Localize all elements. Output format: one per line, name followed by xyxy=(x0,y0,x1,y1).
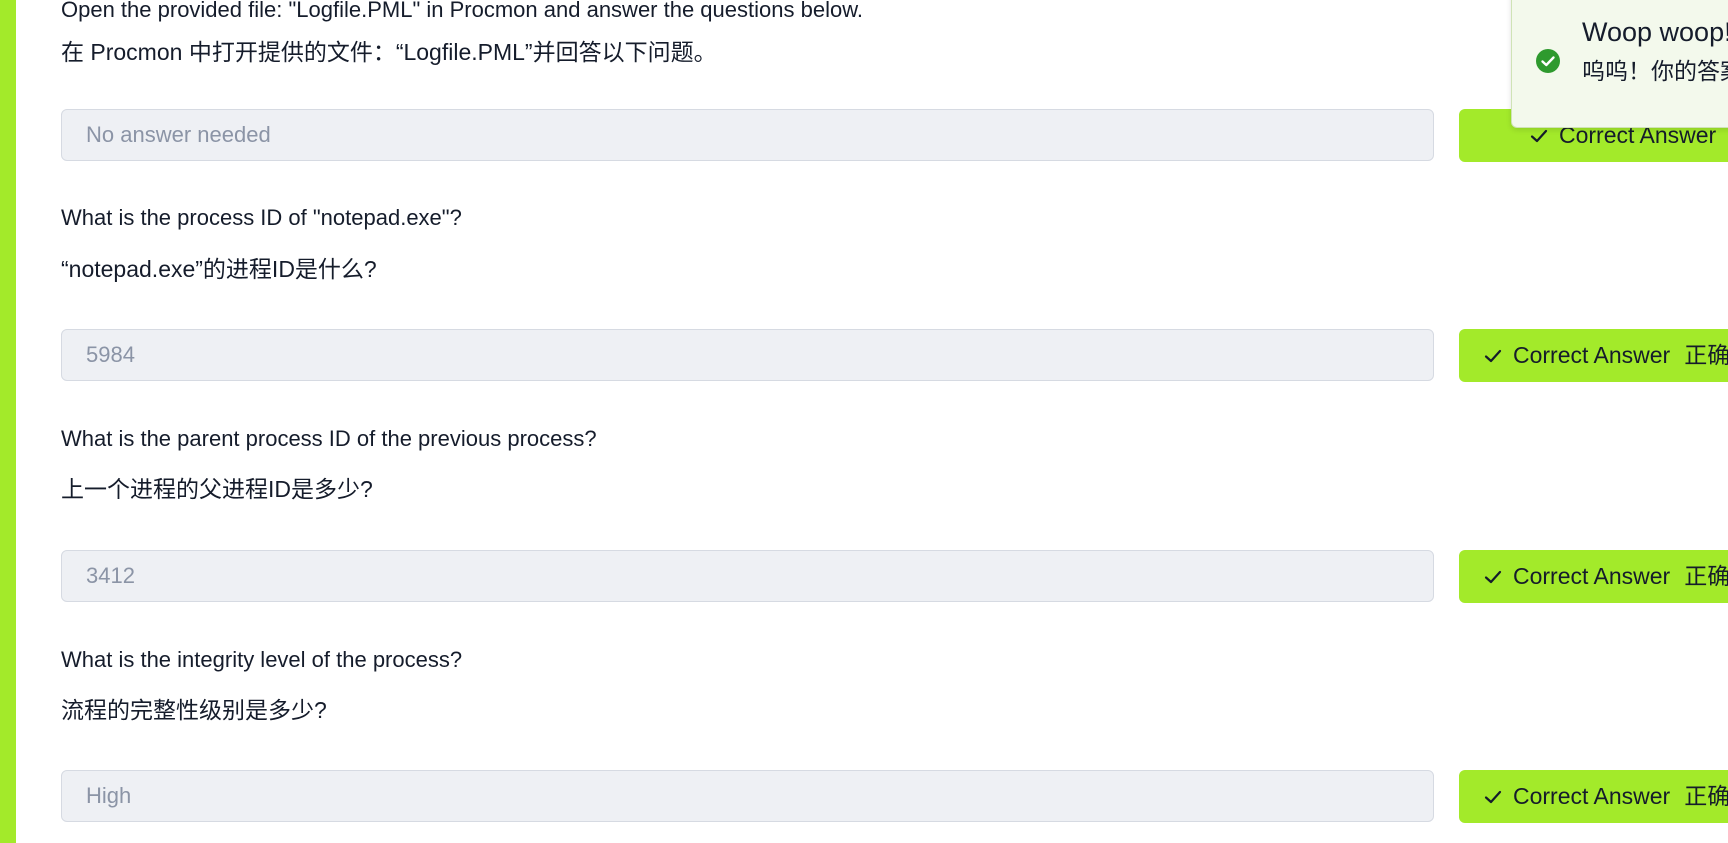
question-2-text-en: What is the process ID of "notepad.exe"? xyxy=(61,205,462,230)
correct-answer-label: Correct Answer xyxy=(1513,342,1671,368)
answer-field-1[interactable]: No answer needed xyxy=(61,109,1434,161)
correct-answer-label-zh: 正确 xyxy=(1684,563,1728,589)
toast-subtitle: 呜呜！你的答案 xyxy=(1582,58,1728,84)
correct-answer-button-4[interactable]: Correct Answer 正确 xyxy=(1459,770,1728,823)
correct-answer-label: Correct Answer xyxy=(1513,783,1671,809)
question-3-text-en: What is the parent process ID of the pre… xyxy=(61,426,597,451)
question-4-text-en: What is the integrity level of the proce… xyxy=(61,647,463,672)
check-icon xyxy=(1484,349,1502,362)
correct-answer-label-zh: 正确 xyxy=(1684,783,1728,809)
answer-field-2[interactable]: 5984 xyxy=(61,329,1434,381)
check-icon xyxy=(1484,570,1502,583)
question-1-text-en: Open the provided file: "Logfile.PML" in… xyxy=(61,0,863,22)
check-circle-icon xyxy=(1536,49,1560,73)
correct-answer-label-zh: 正确 xyxy=(1684,342,1728,368)
correct-answer-button-2[interactable]: Correct Answer 正确 xyxy=(1459,329,1728,382)
question-3-text-zh: 上一个进程的父进程ID是多少? xyxy=(61,476,373,502)
correct-answer-label: Correct Answer xyxy=(1513,563,1671,589)
task-questions-panel: Open the provided file: "Logfile.PML" in… xyxy=(0,0,1728,843)
answer-field-4[interactable]: High xyxy=(61,770,1434,822)
toast-title: Woop woop! xyxy=(1582,17,1728,47)
answer-field-3[interactable]: 3412 xyxy=(61,550,1434,602)
success-toast[interactable]: Woop woop! 呜呜！你的答案 xyxy=(1511,0,1728,128)
question-1-text-zh: 在 Procmon 中打开提供的文件：“Logfile.PML”并回答以下问题。 xyxy=(61,39,717,65)
question-2-text-zh: “notepad.exe”的进程ID是什么? xyxy=(61,256,377,282)
check-icon xyxy=(1484,790,1502,803)
task-accent-bar xyxy=(0,0,16,843)
question-4-text-zh: 流程的完整性级别是多少? xyxy=(61,697,327,723)
check-icon xyxy=(1530,129,1548,142)
correct-answer-button-3[interactable]: Correct Answer 正确 xyxy=(1459,550,1728,603)
